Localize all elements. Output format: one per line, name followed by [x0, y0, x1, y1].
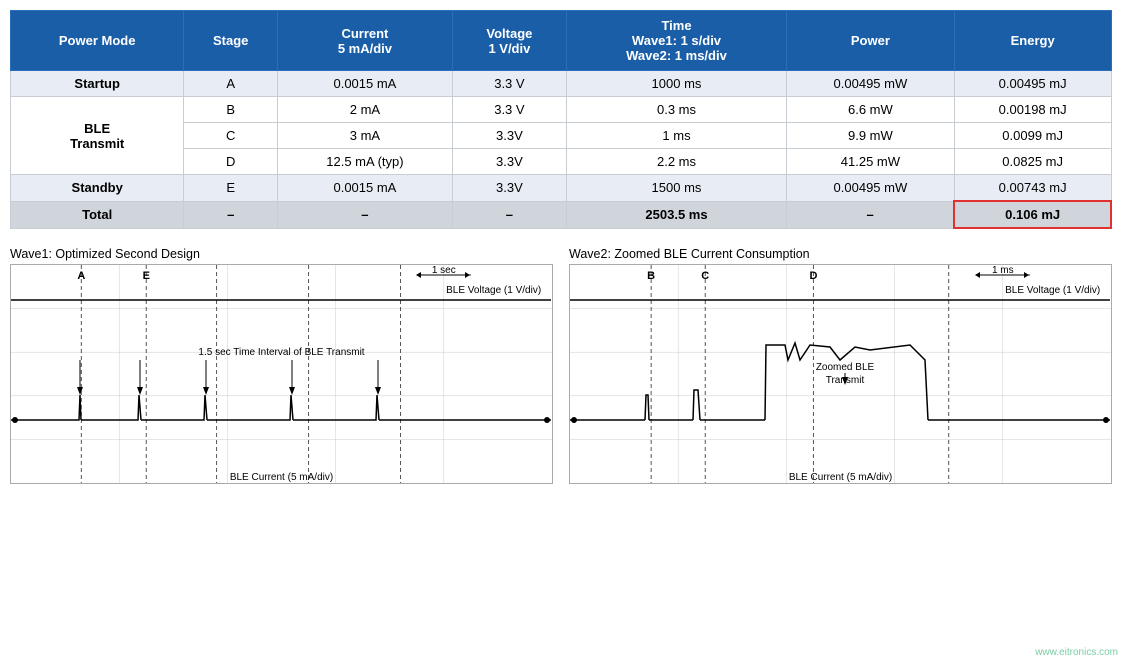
cell-total-time: 2503.5 ms [566, 201, 786, 228]
cell-current: 3 mA [278, 123, 453, 149]
cell-current: 12.5 mA (typ) [278, 149, 453, 175]
cell-mode-ble: BLETransmit [11, 97, 184, 175]
svg-text:E: E [143, 270, 150, 282]
cell-total-stage: – [184, 201, 278, 228]
cell-time: 1500 ms [566, 175, 786, 202]
cell-time: 2.2 ms [566, 149, 786, 175]
cell-mode: Standby [11, 175, 184, 202]
cell-voltage: 3.3V [452, 175, 566, 202]
svg-text:BLE Voltage (1 V/div): BLE Voltage (1 V/div) [1005, 285, 1100, 296]
cell-mode: Startup [11, 71, 184, 97]
svg-text:1 sec: 1 sec [432, 265, 456, 276]
wave1-title: Wave1: Optimized Second Design [10, 247, 553, 261]
svg-text:BLE Current (5 mA/div): BLE Current (5 mA/div) [230, 472, 333, 483]
svg-text:A: A [77, 270, 85, 282]
cell-total-energy: 0.106 mJ [954, 201, 1111, 228]
wave2-canvas: B C D [569, 264, 1112, 484]
svg-text:1.5 sec Time Interval of BLE T: 1.5 sec Time Interval of BLE Transmit [198, 347, 364, 358]
cell-stage: E [184, 175, 278, 202]
cell-voltage: 3.3V [452, 123, 566, 149]
cell-stage: A [184, 71, 278, 97]
wave2-title: Wave2: Zoomed BLE Current Consumption [569, 247, 1112, 261]
col-header-voltage: Voltage1 V/div [452, 11, 566, 71]
cell-energy: 0.0099 mJ [954, 123, 1111, 149]
cell-total-voltage: – [452, 201, 566, 228]
table-row: BLETransmit B 2 mA 3.3 V 0.3 ms 6.6 mW 0… [11, 97, 1112, 123]
waveforms-section: Wave1: Optimized Second Design [10, 247, 1112, 484]
cell-total-power: – [787, 201, 955, 228]
cell-power: 0.00495 mW [787, 175, 955, 202]
svg-text:Zoomed BLE: Zoomed BLE [816, 362, 875, 373]
cell-voltage: 3.3 V [452, 71, 566, 97]
table-row-total: Total – – – 2503.5 ms – 0.106 mJ [11, 201, 1112, 228]
cell-time: 1000 ms [566, 71, 786, 97]
svg-text:BLE Voltage (1 V/div): BLE Voltage (1 V/div) [446, 285, 541, 296]
cell-time: 0.3 ms [566, 97, 786, 123]
cell-energy: 0.00495 mJ [954, 71, 1111, 97]
cell-total-current: – [278, 201, 453, 228]
svg-text:1 ms: 1 ms [992, 265, 1014, 276]
svg-text:BLE Current (5 mA/div): BLE Current (5 mA/div) [789, 472, 892, 483]
cell-time: 1 ms [566, 123, 786, 149]
cell-voltage: 3.3V [452, 149, 566, 175]
wave1-svg: A E [11, 265, 552, 483]
cell-energy: 0.0825 mJ [954, 149, 1111, 175]
cell-power: 6.6 mW [787, 97, 955, 123]
cell-voltage: 3.3 V [452, 97, 566, 123]
table-row: Standby E 0.0015 mA 3.3V 1500 ms 0.00495… [11, 175, 1112, 202]
cell-stage: C [184, 123, 278, 149]
watermark: www.eitronics.com [1035, 647, 1118, 658]
cell-stage: B [184, 97, 278, 123]
cell-energy: 0.00198 mJ [954, 97, 1111, 123]
cell-stage: D [184, 149, 278, 175]
wave1-canvas: A E [10, 264, 553, 484]
cell-total-label: Total [11, 201, 184, 228]
table-row: Startup A 0.0015 mA 3.3 V 1000 ms 0.0049… [11, 71, 1112, 97]
cell-current: 0.0015 mA [278, 175, 453, 202]
svg-text:C: C [701, 270, 709, 282]
cell-current: 2 mA [278, 97, 453, 123]
col-header-stage: Stage [184, 11, 278, 71]
cell-current: 0.0015 mA [278, 71, 453, 97]
power-table: Power Mode Stage Current5 mA/div Voltage… [10, 10, 1112, 229]
col-header-power: Power [787, 11, 955, 71]
col-header-mode: Power Mode [11, 11, 184, 71]
cell-power: 9.9 mW [787, 123, 955, 149]
svg-text:B: B [647, 270, 655, 282]
svg-text:Transmit: Transmit [826, 375, 865, 386]
cell-power: 0.00495 mW [787, 71, 955, 97]
col-header-time: TimeWave1: 1 s/divWave2: 1 ms/div [566, 11, 786, 71]
wave1-panel: Wave1: Optimized Second Design [10, 247, 553, 484]
cell-power: 41.25 mW [787, 149, 955, 175]
wave2-panel: Wave2: Zoomed BLE Current Consumption [569, 247, 1112, 484]
col-header-energy: Energy [954, 11, 1111, 71]
svg-text:D: D [809, 270, 817, 282]
cell-energy: 0.00743 mJ [954, 175, 1111, 202]
wave2-svg: B C D [570, 265, 1111, 483]
col-header-current: Current5 mA/div [278, 11, 453, 71]
